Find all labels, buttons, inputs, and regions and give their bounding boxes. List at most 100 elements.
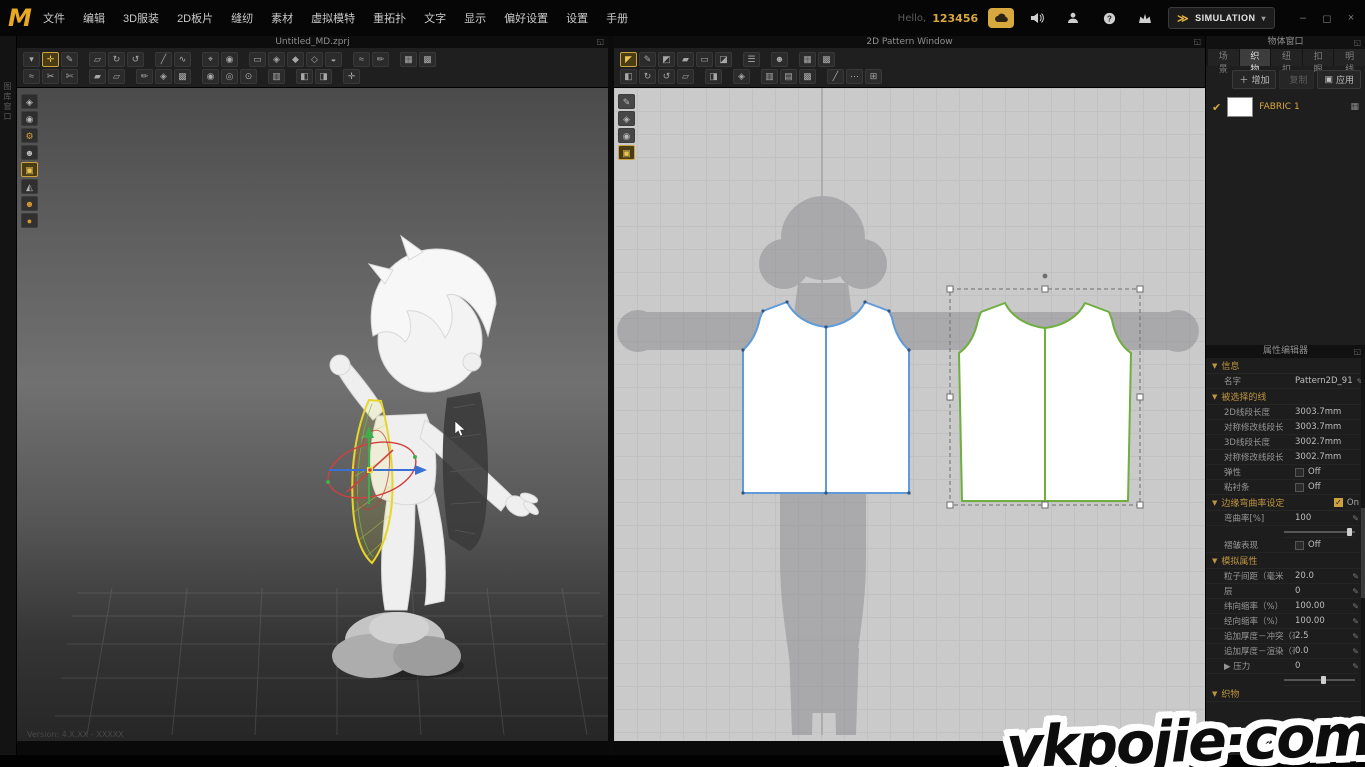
property-row[interactable]: 层0✎ — [1206, 584, 1365, 599]
toolbar-3d-button[interactable]: ⊙ — [240, 69, 257, 84]
toolbar-3d-button[interactable]: ◇ — [306, 52, 323, 67]
crown-icon[interactable] — [1132, 8, 1158, 28]
toolbar-3d-button[interactable]: ✂ — [42, 69, 59, 84]
footer-icon[interactable]: ▭ — [1312, 743, 1321, 754]
toolbar-3d-button[interactable]: ▱ — [89, 52, 106, 67]
view-toggle-icon[interactable]: ✎ — [618, 94, 635, 109]
property-row[interactable]: 纬向缩率（%）100.00✎ — [1206, 599, 1365, 614]
property-row[interactable]: 粘衬条Off — [1206, 480, 1365, 495]
toolbar-3d-button[interactable]: ◉ — [221, 52, 238, 67]
view-toggle-icon[interactable]: ● — [21, 213, 38, 228]
view-toggle-icon[interactable]: ◉ — [21, 111, 38, 126]
menu-item[interactable]: 手册 — [604, 8, 630, 28]
viewport-2d[interactable]: ✎◈◉▣ — [614, 88, 1205, 741]
help-icon[interactable]: ? — [1096, 8, 1122, 28]
toolbar-3d-button[interactable]: ≈ — [23, 69, 40, 84]
section-simulation[interactable]: ▼模拟属性 — [1206, 553, 1365, 569]
toolbar-2d-button[interactable]: ▦ — [799, 52, 816, 67]
toolbar-2d-button[interactable]: ⊞ — [865, 69, 882, 84]
menu-item[interactable]: 3D服装 — [121, 8, 161, 28]
close-button[interactable]: × — [1343, 12, 1359, 25]
toolbar-3d-button[interactable]: ◈ — [155, 69, 172, 84]
toolbar-2d-button[interactable]: ▰ — [677, 52, 694, 67]
toolbar-3d-button[interactable]: ✎ — [61, 52, 78, 67]
menu-item[interactable]: 文件 — [41, 8, 67, 28]
view-toggle-icon[interactable]: ☻ — [21, 196, 38, 211]
toolbar-2d-button[interactable]: ◤ — [620, 52, 637, 67]
user-icon[interactable] — [1060, 8, 1086, 28]
toolbar-3d-button[interactable]: ◨ — [315, 69, 332, 84]
toolbar-2d-button[interactable]: ▤ — [780, 69, 797, 84]
toolbar-2d-button[interactable]: ↺ — [658, 69, 675, 84]
toolbar-2d-button[interactable]: ▩ — [818, 52, 835, 67]
toolbar-3d-button[interactable]: ◎ — [221, 69, 238, 84]
toolbar-3d-button[interactable]: ✏ — [136, 69, 153, 84]
pattern-piece-green-selected[interactable] — [959, 303, 1131, 501]
expand-pane-icon[interactable]: ◱ — [596, 36, 604, 48]
pattern-piece-back-3d[interactable] — [443, 392, 488, 551]
toolbar-2d-button[interactable]: ⋯ — [846, 69, 863, 84]
footer-icon[interactable]: ▭ — [1296, 743, 1305, 754]
menu-item[interactable]: 文字 — [422, 8, 448, 28]
view-toggle-icon[interactable]: ▣ — [618, 145, 635, 160]
view-toggle-icon[interactable]: ▣ — [21, 162, 38, 177]
restore-button[interactable]: ◻ — [1319, 12, 1335, 25]
menu-item[interactable]: 2D板片 — [175, 8, 215, 28]
footer-icon[interactable]: ▭ — [1279, 743, 1288, 754]
toolbar-3d-button[interactable]: ∿ — [174, 52, 191, 67]
toolbar-3d-button[interactable]: ╱ — [155, 52, 172, 67]
menu-item[interactable]: 设置 — [564, 8, 590, 28]
speaker-icon[interactable] — [1024, 8, 1050, 28]
toolbar-3d-button[interactable]: ↺ — [127, 52, 144, 67]
viewport-3d[interactable]: ◈◉⚙☻▣◭☻● — [17, 88, 608, 741]
toolbar-3d-button[interactable]: ≈ — [353, 52, 370, 67]
toolbar-2d-button[interactable]: ▥ — [761, 69, 778, 84]
object-window-button[interactable]: ＋增加 — [1232, 70, 1276, 89]
object-window-tab[interactable]: 明线 — [1334, 49, 1365, 66]
property-row[interactable]: 经向缩率（%）100.00✎ — [1206, 614, 1365, 629]
menu-item[interactable]: 偏好设置 — [502, 8, 550, 28]
toolbar-3d-button[interactable]: ◧ — [296, 69, 313, 84]
toolbar-2d-button[interactable]: ☻ — [771, 52, 788, 67]
section-fabric[interactable]: ▼织物 — [1206, 686, 1365, 702]
toolbar-3d-button[interactable]: ↻ — [108, 52, 125, 67]
view-toggle-icon[interactable]: ⚙ — [21, 128, 38, 143]
menu-item[interactable]: 重拓扑 — [371, 8, 408, 28]
check-icon[interactable]: ✔ — [1212, 101, 1221, 114]
section-selected-line[interactable]: ▼被选择的线 — [1206, 389, 1365, 405]
menu-item[interactable]: 素材 — [269, 8, 295, 28]
slider[interactable] — [1284, 674, 1355, 686]
pattern-piece-blue[interactable] — [741, 300, 910, 494]
view-toggle-icon[interactable]: ◈ — [618, 111, 635, 126]
simulation-button[interactable]: ≫ SIMULATION ▾ — [1168, 7, 1275, 29]
property-row[interactable]: ▶ 压力0✎ — [1206, 659, 1365, 674]
property-row[interactable]: 粒子间距（毫米20.0✎ — [1206, 569, 1365, 584]
toolbar-3d-button[interactable]: ▭ — [249, 52, 266, 67]
section-info[interactable]: ▼信息 — [1206, 358, 1365, 374]
toolbar-3d-button[interactable]: ◉ — [202, 69, 219, 84]
expand-panel-icon[interactable]: ◱ — [1353, 36, 1361, 49]
toolbar-3d-button[interactable]: ⌖ — [202, 52, 219, 67]
toolbar-3d-button[interactable]: ▩ — [174, 69, 191, 84]
toolbar-2d-button[interactable]: ◨ — [705, 69, 722, 84]
toolbar-2d-button[interactable]: ✎ — [639, 52, 656, 67]
object-window-button[interactable]: 复制 — [1279, 70, 1314, 89]
toolbar-3d-button[interactable]: ▱ — [108, 69, 125, 84]
object-window-tab[interactable]: 织物 — [1240, 49, 1271, 66]
toolbar-3d-button[interactable]: ◈ — [268, 52, 285, 67]
object-window-tab[interactable]: 纽扣 — [1271, 49, 1302, 66]
expand-panel-icon[interactable]: ◱ — [1353, 345, 1361, 358]
object-window-tab[interactable]: 扣眼 — [1303, 49, 1334, 66]
fabric-swatch[interactable] — [1227, 97, 1253, 117]
menu-item[interactable]: 缝纫 — [229, 8, 255, 28]
property-row[interactable]: 名字Pattern2D_91✎ — [1206, 374, 1365, 389]
cloud-sync-icon[interactable] — [988, 8, 1014, 28]
toolbar-2d-button[interactable]: ☰ — [743, 52, 760, 67]
property-row[interactable]: 追加厚度－冲突（毫2.5✎ — [1206, 629, 1365, 644]
toolbar-2d-button[interactable]: ▭ — [696, 52, 713, 67]
toolbar-2d-button[interactable]: ◈ — [733, 69, 750, 84]
property-row[interactable]: 弹性Off — [1206, 465, 1365, 480]
toolbar-3d-button[interactable]: ▾ — [23, 52, 40, 67]
toolbar-3d-button[interactable]: ▦ — [400, 52, 417, 67]
toolbar-3d-button[interactable]: ✏ — [372, 52, 389, 67]
